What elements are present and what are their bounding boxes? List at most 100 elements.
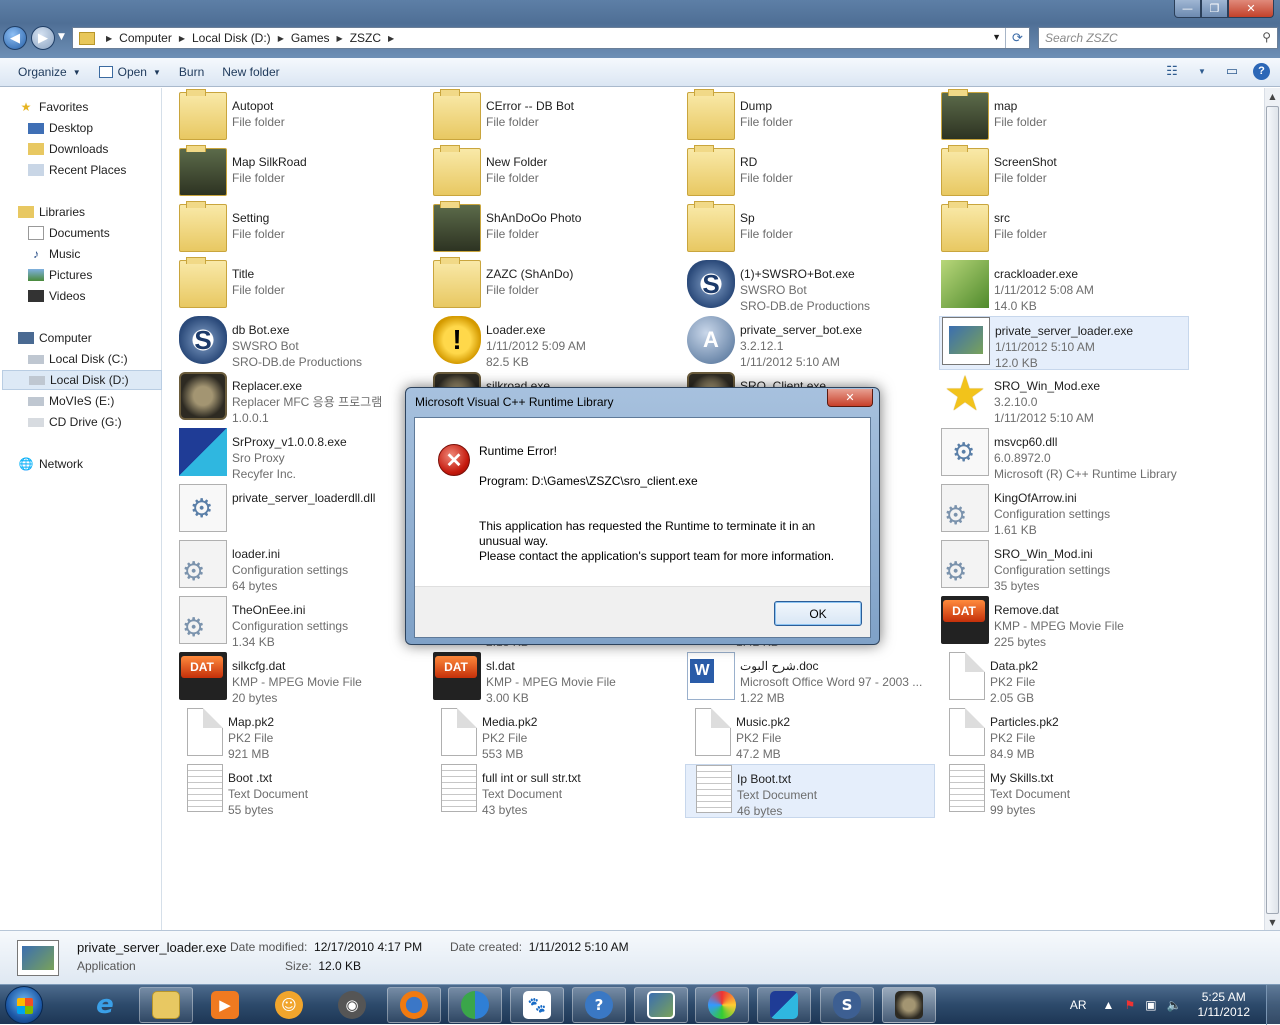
file-item[interactable]: silkcfg.dat KMP - MPEG Movie File 20 bytes [177, 652, 427, 706]
file-item[interactable]: Ip Boot.txt Text Document 46 bytes [685, 764, 935, 818]
taskbar-swsro-bot[interactable]: S [820, 987, 874, 1023]
file-item[interactable]: private_server_loaderdll.dll [177, 484, 427, 538]
burn-button[interactable]: Burn [170, 61, 213, 83]
file-item[interactable]: Boot .txt Text Document 55 bytes [177, 764, 427, 818]
refresh-button[interactable]: ⟳ [1005, 28, 1029, 48]
volume-icon[interactable]: 🔈 [1167, 998, 1182, 1012]
file-item[interactable]: Title File folder [177, 257, 427, 314]
file-item[interactable]: SRO_Win_Mod.ini Configuration settings 35 … [939, 540, 1189, 594]
search-input[interactable]: Search ZSZC ⚲ [1038, 27, 1278, 49]
taskbar-firefox[interactable] [387, 987, 441, 1023]
file-item[interactable]: loader.ini Configuration settings 64 bytes [177, 540, 427, 594]
taskbar-live-messenger[interactable] [448, 987, 502, 1023]
file-item[interactable]: Sp File folder [685, 201, 935, 258]
file-item[interactable]: ZAZC (ShAnDo) File folder [431, 257, 681, 314]
file-item[interactable]: private_server_loader.exe 1/11/2012 5:10 … [939, 316, 1189, 370]
action-center-icon[interactable]: ⚑ [1124, 998, 1135, 1012]
file-item[interactable]: شرح البوت.doc Microsoft Office Word 97 - … [685, 652, 935, 706]
nav-local-disk-d[interactable]: Local Disk (D:) [2, 370, 162, 390]
file-item[interactable]: ★ SRO_Win_Mod.exe 3.2.10.0 1/11/2012 5:10 A… [939, 371, 1189, 426]
file-item[interactable]: S (1)+SWSRO+Bot.exe SWSRO Bot SRO-DB.de Pro… [685, 260, 935, 314]
file-item[interactable]: Replacer.exe Replacer MFC 응용 프로그램 1.0.0.1 [177, 372, 427, 426]
file-detail: Text Document [737, 788, 818, 802]
tray-expand-icon[interactable]: ▲ [1103, 998, 1115, 1012]
breadcrumb-root-arrow[interactable]: ▶ [99, 34, 119, 43]
show-desktop-button[interactable] [1266, 985, 1280, 1025]
back-button[interactable]: ◀ [3, 26, 27, 50]
view-options-icon[interactable]: ☷ [1163, 62, 1181, 80]
file-item[interactable]: Setting File folder [177, 201, 427, 258]
file-item[interactable]: Sdb Bot.exe SWSRO Bot SRO-DB.de Production… [177, 316, 427, 370]
taskbar-app-dog[interactable]: 🐾 [510, 987, 564, 1023]
file-item[interactable]: msvcp60.dll 6.0.8972.0 Microsoft (R) C++ R… [939, 428, 1189, 482]
file-item[interactable]: src File folder [939, 201, 1189, 258]
taskbar-internet-explorer[interactable]: e [78, 987, 132, 1023]
vertical-scrollbar[interactable]: ▲ ▼ [1264, 88, 1280, 930]
network-tray-icon[interactable]: ▣ [1145, 998, 1156, 1012]
chevron-down-icon[interactable]: ▼ [1193, 62, 1211, 80]
nav-favorites[interactable]: ★ Favorites [18, 97, 178, 117]
file-item[interactable]: Autopot File folder [177, 89, 427, 146]
nav-network[interactable]: 🌐 Network [18, 454, 178, 474]
preview-pane-icon[interactable]: ▭ [1223, 62, 1241, 80]
breadcrumb-games[interactable]: Games ▶ [291, 31, 350, 45]
file-item[interactable]: Map SilkRoad File folder [177, 145, 427, 202]
file-item[interactable]: Music.pk2 PK2 File 47.2 MB [685, 708, 935, 762]
file-item[interactable]: crackloader.exe 1/11/2012 5:08 AM 14.0 KB [939, 260, 1189, 314]
taskbar-app-q[interactable]: ? [572, 987, 626, 1023]
close-button[interactable]: ✕ [1228, 0, 1274, 18]
taskbar-paint[interactable] [695, 987, 749, 1023]
start-button[interactable] [5, 986, 43, 1024]
taskbar-private-server-loader[interactable] [634, 987, 688, 1023]
scroll-down-arrow[interactable]: ▼ [1265, 914, 1280, 930]
dialog-close-button[interactable]: ✕ [827, 389, 873, 407]
file-item[interactable]: ! Loader.exe 1/11/2012 5:09 AM 82.5 KB [431, 316, 681, 370]
file-item[interactable]: RD File folder [685, 145, 935, 202]
file-item[interactable]: Data.pk2 PK2 File 2.05 GB [939, 652, 1189, 706]
file-item[interactable]: map File folder [939, 89, 1189, 146]
file-item[interactable]: Remove.dat KMP - MPEG Movie File 225 bytes [939, 596, 1189, 650]
clock[interactable]: 5:25 AM 1/11/2012 [1198, 990, 1251, 1020]
file-item[interactable]: ScreenShot File folder [939, 145, 1189, 202]
file-item[interactable]: sl.dat KMP - MPEG Movie File 3.00 KB [431, 652, 681, 706]
ok-button[interactable]: OK [774, 601, 862, 626]
nav-libraries[interactable]: Libraries [18, 202, 178, 222]
taskbar-silkroad[interactable] [882, 987, 936, 1023]
file-item[interactable]: Aprivate_server_bot.exe 3.2.12.1 1/11/2012… [685, 316, 935, 370]
file-item[interactable]: KingOfArrow.ini Configuration settings 1.6… [939, 484, 1189, 538]
taskbar-windows-explorer[interactable] [139, 987, 193, 1023]
taskbar-media-app[interactable]: ◉ [325, 987, 379, 1023]
file-item[interactable]: Map.pk2 PK2 File 921 MB [177, 708, 427, 762]
file-item[interactable]: ShAnDoOo Photo File folder [431, 201, 681, 258]
language-indicator[interactable]: AR [1070, 998, 1087, 1012]
file-item[interactable]: full int or sull str.txt Text Document 43 … [431, 764, 681, 818]
file-item[interactable]: My Skills.txt Text Document 99 bytes [939, 764, 1189, 818]
address-dropdown[interactable]: ▼ [992, 32, 1001, 42]
file-item[interactable]: Dump File folder [685, 89, 935, 146]
nav-computer[interactable]: Computer [18, 328, 178, 348]
taskbar-messenger[interactable]: ☺ [262, 987, 316, 1023]
file-item[interactable]: TheOnEee.ini Configuration settings 1.34 K… [177, 596, 427, 650]
minimize-button[interactable]: — [1174, 0, 1201, 18]
breadcrumb-computer[interactable]: Computer ▶ [119, 31, 192, 45]
help-icon[interactable]: ? [1253, 62, 1270, 80]
organize-button[interactable]: Organize ▼ [9, 61, 90, 83]
breadcrumb-local-disk-d[interactable]: Local Disk (D:) ▶ [192, 31, 291, 45]
address-bar[interactable]: ▶ Computer ▶ Local Disk (D:) ▶ Games ▶ ZSZC… [72, 27, 1030, 49]
maximize-button[interactable]: ❐ [1201, 0, 1228, 18]
file-item[interactable]: CError -- DB Bot File folder [431, 89, 681, 146]
breadcrumb-zszc[interactable]: ZSZC ▶ [350, 31, 402, 45]
taskbar-media-player[interactable]: ▶ [198, 987, 252, 1023]
scroll-thumb[interactable] [1266, 106, 1279, 914]
file-item[interactable]: New Folder File folder [431, 145, 681, 202]
file-item[interactable]: SrProxy_v1.0.0.8.exe Sro Proxy Recyfer Inc… [177, 428, 427, 482]
recent-pages-dropdown[interactable]: ▼ [58, 32, 65, 42]
open-button[interactable]: Open ▼ [90, 61, 170, 83]
internet-explorer-icon: e [96, 990, 114, 1020]
scroll-up-arrow[interactable]: ▲ [1265, 88, 1280, 104]
forward-button[interactable]: ▶ [31, 26, 55, 50]
taskbar-srproxy[interactable] [757, 987, 811, 1023]
file-item[interactable]: Particles.pk2 PK2 File 84.9 MB [939, 708, 1189, 762]
new-folder-button[interactable]: New folder [213, 61, 288, 83]
file-item[interactable]: Media.pk2 PK2 File 553 MB [431, 708, 681, 762]
